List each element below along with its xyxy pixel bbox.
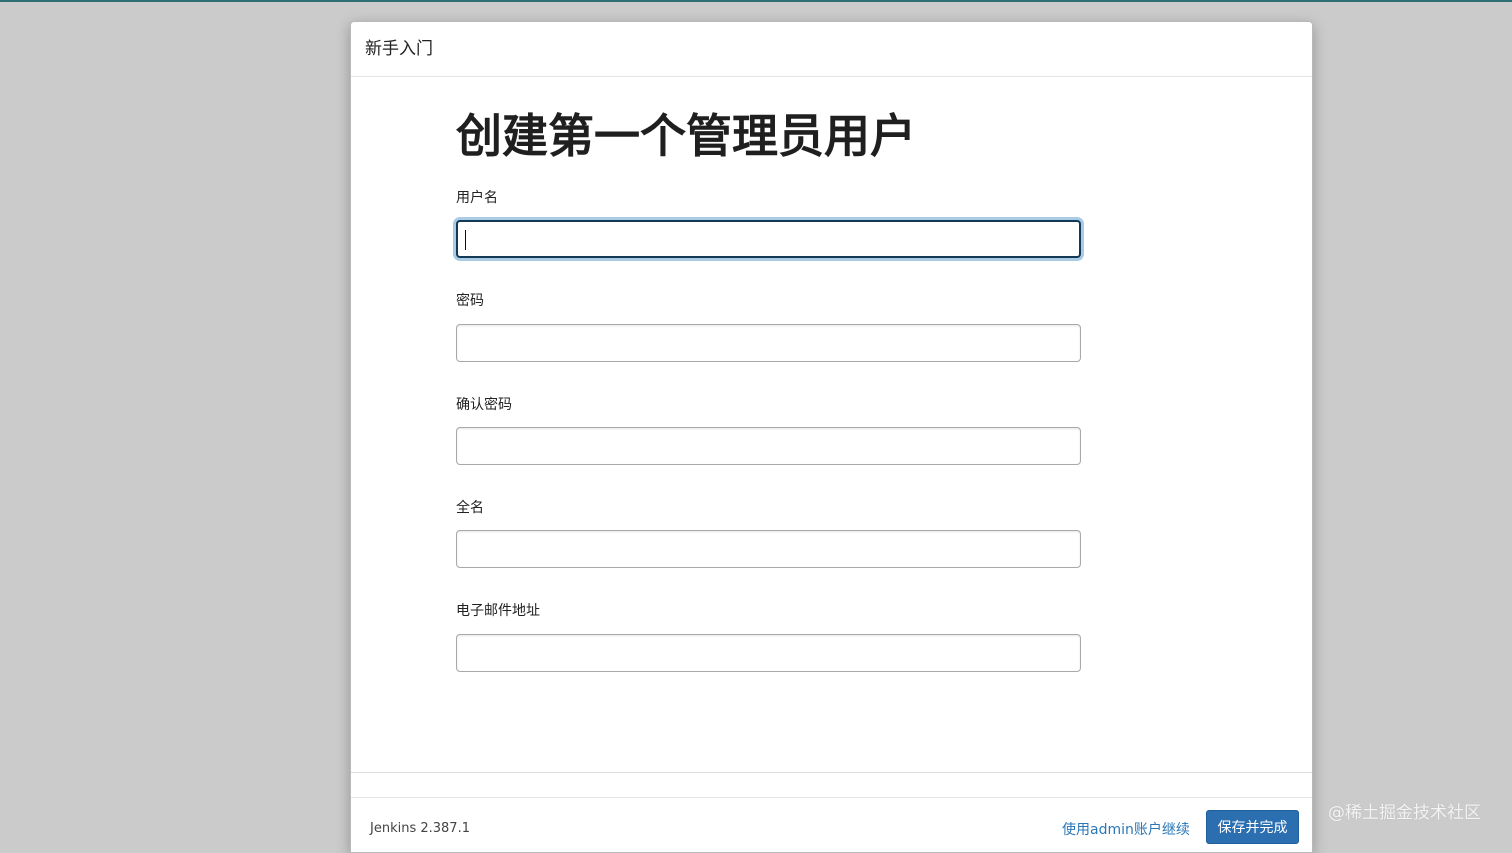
email-input[interactable] [456, 634, 1081, 672]
continue-as-admin-link[interactable]: 使用admin账户继续 [1062, 819, 1190, 839]
full-name-input[interactable] [456, 530, 1081, 568]
footer-divider [351, 773, 1312, 798]
dialog-title: 新手入门 [365, 39, 433, 59]
watermark: @稀土掘金技术社区 [1328, 803, 1481, 823]
password-input[interactable] [456, 324, 1081, 362]
window-top-accent [0, 0, 1512, 2]
save-and-finish-button[interactable]: 保存并完成 [1206, 810, 1299, 844]
email-label: 电子邮件地址 [456, 603, 540, 619]
dialog-header: 新手入门 [351, 22, 1312, 77]
username-input[interactable] [456, 220, 1081, 258]
username-label: 用户名 [456, 190, 498, 206]
text-caret [465, 230, 466, 250]
full-name-label: 全名 [456, 500, 484, 516]
confirm-password-label: 确认密码 [456, 397, 512, 413]
confirm-password-input[interactable] [456, 427, 1081, 465]
dialog-footer: Jenkins 2.387.1 使用admin账户继续 保存并完成 [351, 772, 1312, 852]
setup-wizard-dialog: 新手入门 创建第一个管理员用户 用户名 密码 确认密码 全名 电子邮件地址 Je… [350, 21, 1313, 853]
page-title: 创建第一个管理员用户 [456, 109, 916, 163]
password-label: 密码 [456, 293, 484, 309]
version-label: Jenkins 2.387.1 [370, 821, 470, 836]
